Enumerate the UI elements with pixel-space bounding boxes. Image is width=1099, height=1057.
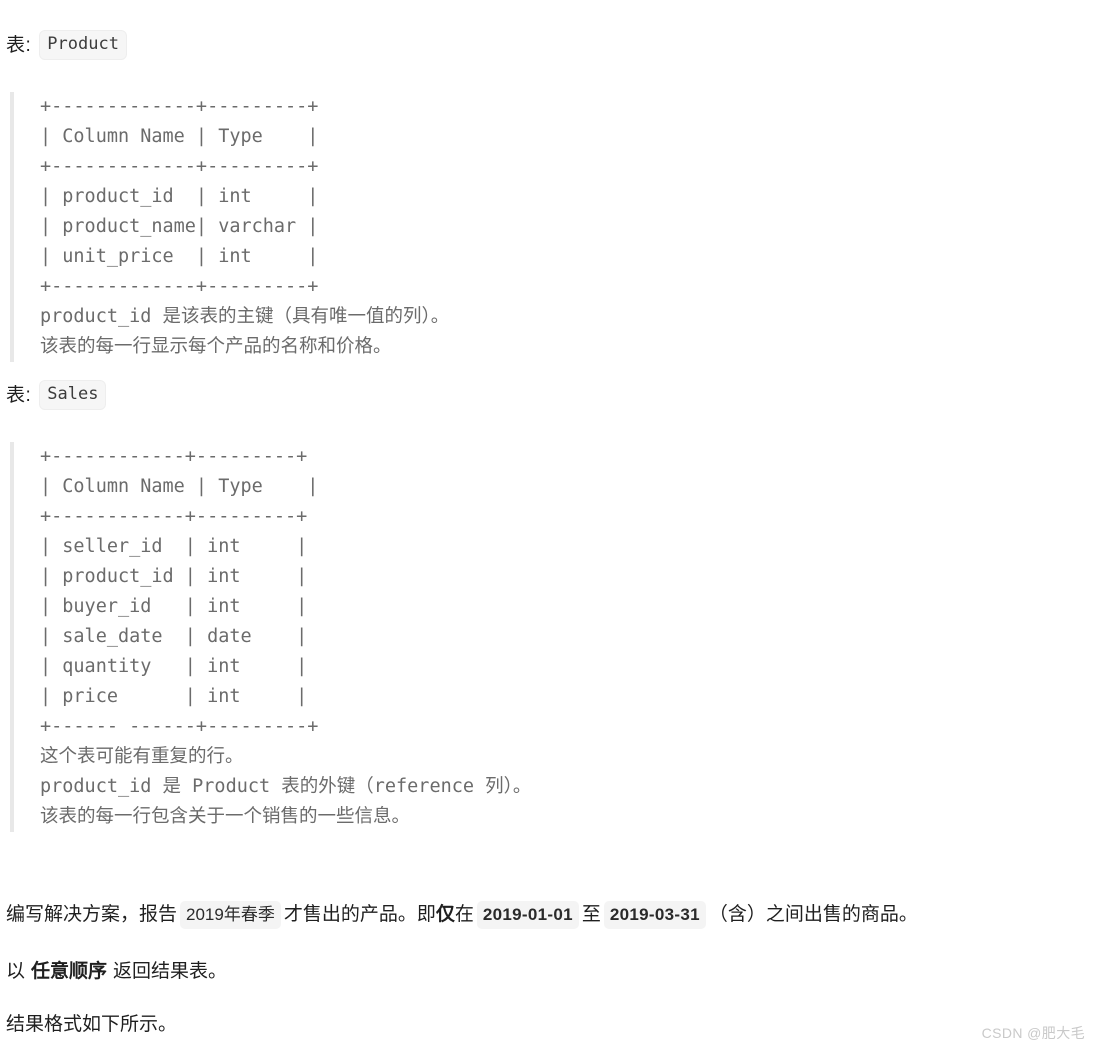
question-paragraph-3: 结果格式如下所示。 [4, 1010, 177, 1040]
question-badge-date-end: 2019-03-31 [603, 901, 706, 929]
question-emphasis-any-order: 任意顺序 [31, 961, 108, 982]
sales-table-name-badge: Sales [39, 380, 107, 410]
question-text-1d: 至 [581, 904, 601, 925]
sales-schema-ascii-table: +------------+---------+ | Column Name |… [40, 446, 319, 737]
question-text-1c: 在 [454, 904, 474, 925]
sales-schema-blockquote: +------------+---------+ | Column Name |… [10, 442, 531, 832]
question-paragraph-1: 编写解决方案，报告 2019年春季 才售出的产品。即 仅 在 2019-01-0… [4, 900, 918, 930]
product-schema-blockquote: +-------------+---------+ | Column Name … [10, 92, 449, 362]
product-schema-ascii-table: +-------------+---------+ | Column Name … [40, 96, 319, 297]
page-root: 表: Product +-------------+---------+ | C… [0, 0, 1099, 1057]
question-badge-date-start: 2019-01-01 [476, 901, 579, 929]
product-schema-notes: product_id 是该表的主键（具有唯一值的列）。 该表的每一行显示每个产品… [40, 306, 450, 357]
product-table-name-badge: Product [39, 30, 127, 60]
question-text-3: 结果格式如下所示。 [6, 1014, 178, 1035]
csdn-watermark: CSDN @肥大毛 [981, 1025, 1085, 1041]
sales-schema-notes: 这个表可能有重复的行。 product_id 是 Product 表的外键（re… [40, 746, 532, 827]
question-text-2b: 返回结果表。 [113, 961, 228, 982]
sales-table-caption: 表: Sales [4, 380, 107, 410]
question-text-1e: （含）之间出售的商品。 [708, 904, 918, 925]
product-caption-label: 表: [6, 34, 32, 56]
question-paragraph-2: 以 任意顺序 返回结果表。 [4, 957, 227, 987]
question-badge-season: 2019年春季 [180, 901, 281, 929]
question-text-1b: 才售出的产品。即 [283, 904, 436, 925]
sales-caption-label: 表: [6, 384, 32, 406]
question-text-1a: 编写解决方案，报告 [6, 904, 178, 925]
question-text-2a: 以 [6, 961, 26, 982]
product-table-caption: 表: Product [4, 30, 127, 60]
question-emphasis-only: 仅 [435, 904, 455, 925]
